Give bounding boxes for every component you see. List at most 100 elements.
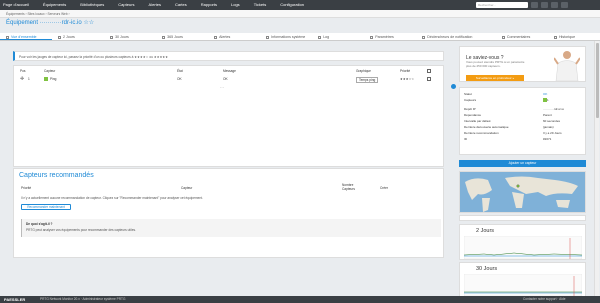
- top-nav-bar: Page d'accueil Équipements Bibliothèques…: [0, 0, 600, 10]
- tab-overview[interactable]: Vue d'ensemble: [0, 33, 53, 40]
- chart-icon: [58, 35, 62, 39]
- page-title: Équipement ···········rdr-ic.io ☆☆: [6, 20, 95, 26]
- help-title: De quoi s'agit-il ?: [26, 222, 53, 226]
- tab-365days[interactable]: 365 Jours: [156, 33, 208, 40]
- right-sidebar: Le saviez-vous ? Vous pouvez étendre PRT…: [459, 43, 586, 303]
- scrollbar-thumb[interactable]: [596, 43, 599, 118]
- page-scrollbar[interactable]: [594, 41, 599, 296]
- world-map-image: [465, 176, 578, 212]
- sensor-status: OK: [177, 77, 182, 81]
- reco-help-box: De quoi s'agit-il ? PRTG peut analyser v…: [21, 219, 441, 237]
- nav-maps[interactable]: Cartes: [168, 0, 194, 10]
- nav-alarms[interactable]: Alertes: [142, 0, 168, 10]
- detail-row: Dépendance Parent: [464, 113, 552, 117]
- sensor-table: Pos Capteur État Message Graphique Prior…: [13, 65, 444, 167]
- breadcrumb-bar: Équipements › Sites locaux › Serveurs We…: [0, 10, 600, 18]
- col-sensor[interactable]: Capteur: [44, 69, 55, 73]
- user-icon[interactable]: [551, 2, 558, 8]
- more-dots-icon[interactable]: ⋯: [220, 85, 224, 90]
- main-menu: Page d'accueil Équipements Bibliothèques…: [0, 0, 311, 10]
- tab-bar: Vue d'ensemble 2 Jours 30 Jours 365 Jour…: [0, 33, 600, 41]
- overview-icon: [6, 35, 9, 39]
- gauge-info-notice: Pour voir les jauges de capteur ici, pas…: [13, 51, 444, 61]
- detail-row: ID #2071: [464, 137, 552, 141]
- top-icons: [531, 2, 571, 8]
- graph-title: 30 Jours: [476, 266, 498, 272]
- nav-home[interactable]: Page d'accueil: [0, 0, 36, 10]
- tab-log[interactable]: Log: [312, 33, 364, 40]
- graph-30days-plot: [464, 274, 582, 296]
- map-footer-bar: [459, 215, 586, 221]
- reco-col-create: Créer: [380, 186, 388, 190]
- col-message[interactable]: Message: [223, 69, 236, 73]
- sensor-message: OK: [223, 77, 228, 81]
- search-input[interactable]: Rechercher...: [476, 2, 528, 8]
- tab-notifications[interactable]: Déclencheurs de notification: [416, 33, 496, 40]
- reco-empty-text: Il n'y a actuellement aucune recommandat…: [21, 196, 204, 200]
- sensor-name-link[interactable]: Ping: [50, 77, 56, 81]
- table-row[interactable]: ✛ 1 Ping OK OK Temps ping ★★★☆☆: [14, 76, 443, 83]
- nav-tickets[interactable]: Tickets: [247, 0, 274, 10]
- tab-system-info[interactable]: Informations système: [260, 33, 312, 40]
- chart-icon: [110, 35, 114, 39]
- tab-alarms[interactable]: Alertes: [208, 33, 260, 40]
- main-content: Pour voir les jauges de capteur ici, pas…: [13, 43, 444, 258]
- promo-button[interactable]: Surveillance en profondeur »: [466, 75, 524, 81]
- logout-icon[interactable]: [561, 2, 568, 8]
- status-ok-icon: [44, 77, 48, 81]
- tab-comments[interactable]: Commentaires: [496, 33, 548, 40]
- priority-stars[interactable]: ★★★☆☆: [400, 77, 414, 81]
- tab-30days[interactable]: 30 Jours: [104, 33, 156, 40]
- nav-sensors[interactable]: Capteurs: [111, 0, 141, 10]
- chart-icon: [162, 35, 166, 39]
- refresh-icon[interactable]: [531, 2, 538, 8]
- col-status[interactable]: État: [177, 69, 183, 73]
- detail-row: Dernière découverte automatique (jamais): [464, 125, 554, 129]
- breadcrumb[interactable]: Équipements › Sites locaux › Serveurs We…: [6, 12, 70, 16]
- tab-settings[interactable]: Paramètres: [364, 33, 416, 40]
- nav-reports[interactable]: Rapports: [194, 0, 224, 10]
- reco-col-count: Nombre Capteurs: [342, 183, 355, 191]
- promo-box: Le saviez-vous ? Vous pouvez étendre PRT…: [459, 46, 586, 82]
- nav-setup[interactable]: Configuration: [273, 0, 311, 10]
- paessler-logo[interactable]: PAESSLER: [4, 296, 25, 303]
- reco-col-sensor: Capteur: [181, 186, 193, 190]
- help-icon[interactable]: [541, 2, 548, 8]
- recommended-sensors-panel: Capteurs recommandés Priorité Capteur No…: [13, 168, 444, 258]
- bell-icon: [214, 35, 218, 39]
- graph-2days[interactable]: 2 Jours: [459, 224, 586, 260]
- graph-select[interactable]: Temps ping: [356, 77, 379, 83]
- add-sensor-button[interactable]: Ajouter un capteur: [459, 160, 586, 167]
- promo-text: Vous pouvez étendre PRTG à un paramètre …: [466, 60, 525, 68]
- row-checkbox[interactable]: [427, 77, 431, 81]
- nav-devices[interactable]: Équipements: [36, 0, 73, 10]
- bell-icon: [422, 35, 426, 39]
- reco-col-priority: Priorité: [21, 186, 32, 190]
- col-pos[interactable]: Pos: [20, 69, 26, 73]
- feedback-icon[interactable]: [451, 84, 456, 89]
- tab-history[interactable]: Historique: [548, 33, 600, 40]
- detail-row: Capteurs 1: [464, 97, 549, 102]
- graph-30days[interactable]: 30 Jours: [459, 262, 586, 297]
- graph-title: 2 Jours: [476, 228, 495, 234]
- nav-logs[interactable]: Logs: [224, 0, 247, 10]
- col-priority[interactable]: Priorité: [400, 69, 410, 73]
- nav-libraries[interactable]: Bibliothèques: [73, 0, 111, 10]
- col-graph[interactable]: Graphique: [356, 69, 371, 73]
- select-all-checkbox[interactable]: [427, 69, 431, 73]
- help-text: PRTG peut analyser vos équipements pour …: [26, 228, 136, 232]
- recommend-now-button[interactable]: Recommander maintenant: [21, 204, 71, 210]
- gear-icon: [370, 35, 374, 39]
- drag-handle-icon[interactable]: ✛: [20, 76, 24, 82]
- person-photo: [554, 51, 580, 81]
- row-pos: 1: [28, 77, 30, 81]
- footer-support-link[interactable]: Contacter notre support · Aide: [523, 296, 566, 303]
- detail-row: Statut OK: [464, 92, 548, 96]
- comment-icon: [501, 35, 505, 39]
- graph-2days-plot: [464, 236, 582, 259]
- history-icon: [553, 35, 557, 39]
- recommended-title: Capteurs recommandés: [19, 172, 94, 179]
- geo-map[interactable]: [459, 171, 586, 213]
- detail-row: Dépôt IP ···········rdr-ic.io: [464, 107, 564, 111]
- tab-2days[interactable]: 2 Jours: [52, 33, 104, 40]
